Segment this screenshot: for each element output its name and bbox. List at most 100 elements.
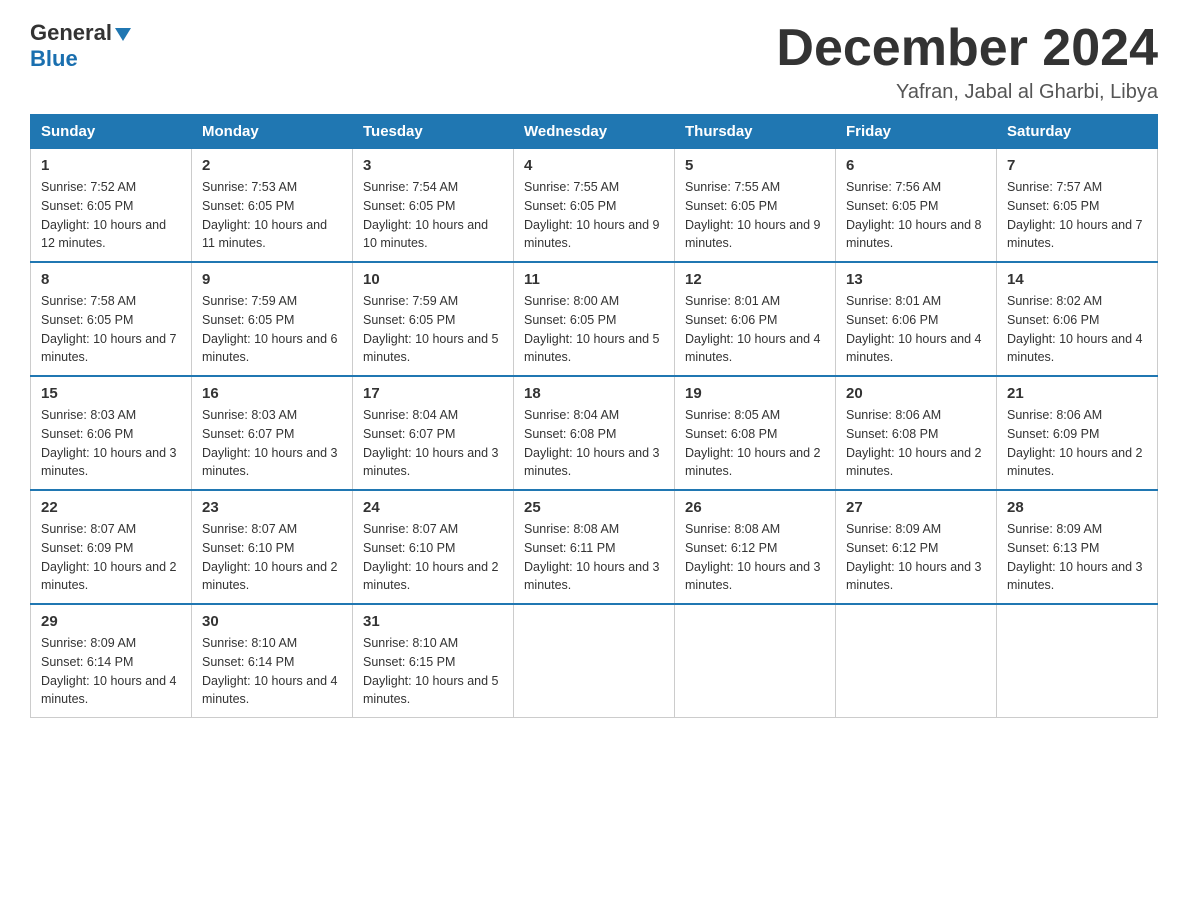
calendar-cell: 1 Sunrise: 7:52 AM Sunset: 6:05 PM Dayli… [31, 149, 192, 263]
calendar-cell: 19 Sunrise: 8:05 AM Sunset: 6:08 PM Dayl… [675, 376, 836, 490]
day-info: Sunrise: 8:10 AM Sunset: 6:15 PM Dayligh… [363, 634, 503, 709]
calendar-cell: 25 Sunrise: 8:08 AM Sunset: 6:11 PM Dayl… [514, 490, 675, 604]
header-saturday: Saturday [997, 115, 1158, 149]
calendar-week-3: 15 Sunrise: 8:03 AM Sunset: 6:06 PM Dayl… [31, 376, 1158, 490]
day-info: Sunrise: 8:09 AM Sunset: 6:14 PM Dayligh… [41, 634, 181, 709]
day-number: 3 [363, 157, 503, 174]
calendar-subtitle: Yafran, Jabal al Gharbi, Libya [776, 81, 1158, 104]
day-info: Sunrise: 8:07 AM Sunset: 6:10 PM Dayligh… [202, 520, 342, 595]
day-number: 10 [363, 271, 503, 288]
calendar-cell: 30 Sunrise: 8:10 AM Sunset: 6:14 PM Dayl… [192, 604, 353, 718]
day-info: Sunrise: 8:01 AM Sunset: 6:06 PM Dayligh… [846, 292, 986, 367]
day-number: 16 [202, 385, 342, 402]
calendar-cell: 28 Sunrise: 8:09 AM Sunset: 6:13 PM Dayl… [997, 490, 1158, 604]
day-info: Sunrise: 8:06 AM Sunset: 6:08 PM Dayligh… [846, 406, 986, 481]
day-info: Sunrise: 7:52 AM Sunset: 6:05 PM Dayligh… [41, 178, 181, 253]
day-number: 22 [41, 499, 181, 516]
calendar-cell: 8 Sunrise: 7:58 AM Sunset: 6:05 PM Dayli… [31, 262, 192, 376]
day-number: 15 [41, 385, 181, 402]
calendar-cell: 20 Sunrise: 8:06 AM Sunset: 6:08 PM Dayl… [836, 376, 997, 490]
day-number: 21 [1007, 385, 1147, 402]
day-number: 4 [524, 157, 664, 174]
day-number: 1 [41, 157, 181, 174]
day-info: Sunrise: 8:05 AM Sunset: 6:08 PM Dayligh… [685, 406, 825, 481]
title-area: December 2024 Yafran, Jabal al Gharbi, L… [776, 20, 1158, 104]
calendar-cell: 7 Sunrise: 7:57 AM Sunset: 6:05 PM Dayli… [997, 149, 1158, 263]
calendar-cell [836, 604, 997, 718]
day-number: 6 [846, 157, 986, 174]
calendar-cell: 18 Sunrise: 8:04 AM Sunset: 6:08 PM Dayl… [514, 376, 675, 490]
day-number: 14 [1007, 271, 1147, 288]
calendar-week-1: 1 Sunrise: 7:52 AM Sunset: 6:05 PM Dayli… [31, 149, 1158, 263]
calendar-cell: 17 Sunrise: 8:04 AM Sunset: 6:07 PM Dayl… [353, 376, 514, 490]
calendar-cell: 10 Sunrise: 7:59 AM Sunset: 6:05 PM Dayl… [353, 262, 514, 376]
calendar-cell: 4 Sunrise: 7:55 AM Sunset: 6:05 PM Dayli… [514, 149, 675, 263]
day-info: Sunrise: 7:55 AM Sunset: 6:05 PM Dayligh… [524, 178, 664, 253]
day-number: 30 [202, 613, 342, 630]
calendar-cell [997, 604, 1158, 718]
calendar-week-4: 22 Sunrise: 8:07 AM Sunset: 6:09 PM Dayl… [31, 490, 1158, 604]
day-info: Sunrise: 7:55 AM Sunset: 6:05 PM Dayligh… [685, 178, 825, 253]
calendar-title: December 2024 [776, 20, 1158, 77]
calendar-cell: 2 Sunrise: 7:53 AM Sunset: 6:05 PM Dayli… [192, 149, 353, 263]
day-number: 9 [202, 271, 342, 288]
calendar-week-2: 8 Sunrise: 7:58 AM Sunset: 6:05 PM Dayli… [31, 262, 1158, 376]
calendar-week-5: 29 Sunrise: 8:09 AM Sunset: 6:14 PM Dayl… [31, 604, 1158, 718]
calendar-cell: 13 Sunrise: 8:01 AM Sunset: 6:06 PM Dayl… [836, 262, 997, 376]
day-info: Sunrise: 8:04 AM Sunset: 6:07 PM Dayligh… [363, 406, 503, 481]
day-number: 23 [202, 499, 342, 516]
day-number: 25 [524, 499, 664, 516]
header-sunday: Sunday [31, 115, 192, 149]
day-info: Sunrise: 8:09 AM Sunset: 6:13 PM Dayligh… [1007, 520, 1147, 595]
day-number: 5 [685, 157, 825, 174]
day-number: 28 [1007, 499, 1147, 516]
day-number: 27 [846, 499, 986, 516]
day-info: Sunrise: 8:03 AM Sunset: 6:06 PM Dayligh… [41, 406, 181, 481]
day-info: Sunrise: 8:10 AM Sunset: 6:14 PM Dayligh… [202, 634, 342, 709]
calendar-cell: 29 Sunrise: 8:09 AM Sunset: 6:14 PM Dayl… [31, 604, 192, 718]
day-info: Sunrise: 8:09 AM Sunset: 6:12 PM Dayligh… [846, 520, 986, 595]
calendar-cell: 12 Sunrise: 8:01 AM Sunset: 6:06 PM Dayl… [675, 262, 836, 376]
day-info: Sunrise: 8:06 AM Sunset: 6:09 PM Dayligh… [1007, 406, 1147, 481]
calendar-cell: 22 Sunrise: 8:07 AM Sunset: 6:09 PM Dayl… [31, 490, 192, 604]
day-info: Sunrise: 8:08 AM Sunset: 6:11 PM Dayligh… [524, 520, 664, 595]
day-number: 18 [524, 385, 664, 402]
day-info: Sunrise: 7:59 AM Sunset: 6:05 PM Dayligh… [363, 292, 503, 367]
calendar-cell: 11 Sunrise: 8:00 AM Sunset: 6:05 PM Dayl… [514, 262, 675, 376]
day-info: Sunrise: 8:01 AM Sunset: 6:06 PM Dayligh… [685, 292, 825, 367]
day-number: 13 [846, 271, 986, 288]
logo: General Blue [30, 20, 131, 72]
header-friday: Friday [836, 115, 997, 149]
day-number: 24 [363, 499, 503, 516]
calendar-table: SundayMondayTuesdayWednesdayThursdayFrid… [30, 114, 1158, 718]
day-number: 11 [524, 271, 664, 288]
calendar-cell: 5 Sunrise: 7:55 AM Sunset: 6:05 PM Dayli… [675, 149, 836, 263]
calendar-cell: 21 Sunrise: 8:06 AM Sunset: 6:09 PM Dayl… [997, 376, 1158, 490]
day-info: Sunrise: 8:07 AM Sunset: 6:10 PM Dayligh… [363, 520, 503, 595]
day-number: 19 [685, 385, 825, 402]
day-info: Sunrise: 7:57 AM Sunset: 6:05 PM Dayligh… [1007, 178, 1147, 253]
day-info: Sunrise: 7:54 AM Sunset: 6:05 PM Dayligh… [363, 178, 503, 253]
day-number: 12 [685, 271, 825, 288]
calendar-cell: 23 Sunrise: 8:07 AM Sunset: 6:10 PM Dayl… [192, 490, 353, 604]
day-info: Sunrise: 7:53 AM Sunset: 6:05 PM Dayligh… [202, 178, 342, 253]
calendar-header-row: SundayMondayTuesdayWednesdayThursdayFrid… [31, 115, 1158, 149]
calendar-cell: 24 Sunrise: 8:07 AM Sunset: 6:10 PM Dayl… [353, 490, 514, 604]
day-info: Sunrise: 8:04 AM Sunset: 6:08 PM Dayligh… [524, 406, 664, 481]
logo-line2: Blue [30, 46, 78, 72]
day-info: Sunrise: 8:00 AM Sunset: 6:05 PM Dayligh… [524, 292, 664, 367]
day-number: 29 [41, 613, 181, 630]
day-number: 31 [363, 613, 503, 630]
day-number: 20 [846, 385, 986, 402]
calendar-cell: 26 Sunrise: 8:08 AM Sunset: 6:12 PM Dayl… [675, 490, 836, 604]
calendar-cell: 3 Sunrise: 7:54 AM Sunset: 6:05 PM Dayli… [353, 149, 514, 263]
page-header: General Blue December 2024 Yafran, Jabal… [30, 20, 1158, 104]
day-info: Sunrise: 8:08 AM Sunset: 6:12 PM Dayligh… [685, 520, 825, 595]
day-number: 7 [1007, 157, 1147, 174]
day-info: Sunrise: 8:02 AM Sunset: 6:06 PM Dayligh… [1007, 292, 1147, 367]
day-info: Sunrise: 8:03 AM Sunset: 6:07 PM Dayligh… [202, 406, 342, 481]
header-monday: Monday [192, 115, 353, 149]
calendar-cell: 31 Sunrise: 8:10 AM Sunset: 6:15 PM Dayl… [353, 604, 514, 718]
header-thursday: Thursday [675, 115, 836, 149]
calendar-cell: 16 Sunrise: 8:03 AM Sunset: 6:07 PM Dayl… [192, 376, 353, 490]
